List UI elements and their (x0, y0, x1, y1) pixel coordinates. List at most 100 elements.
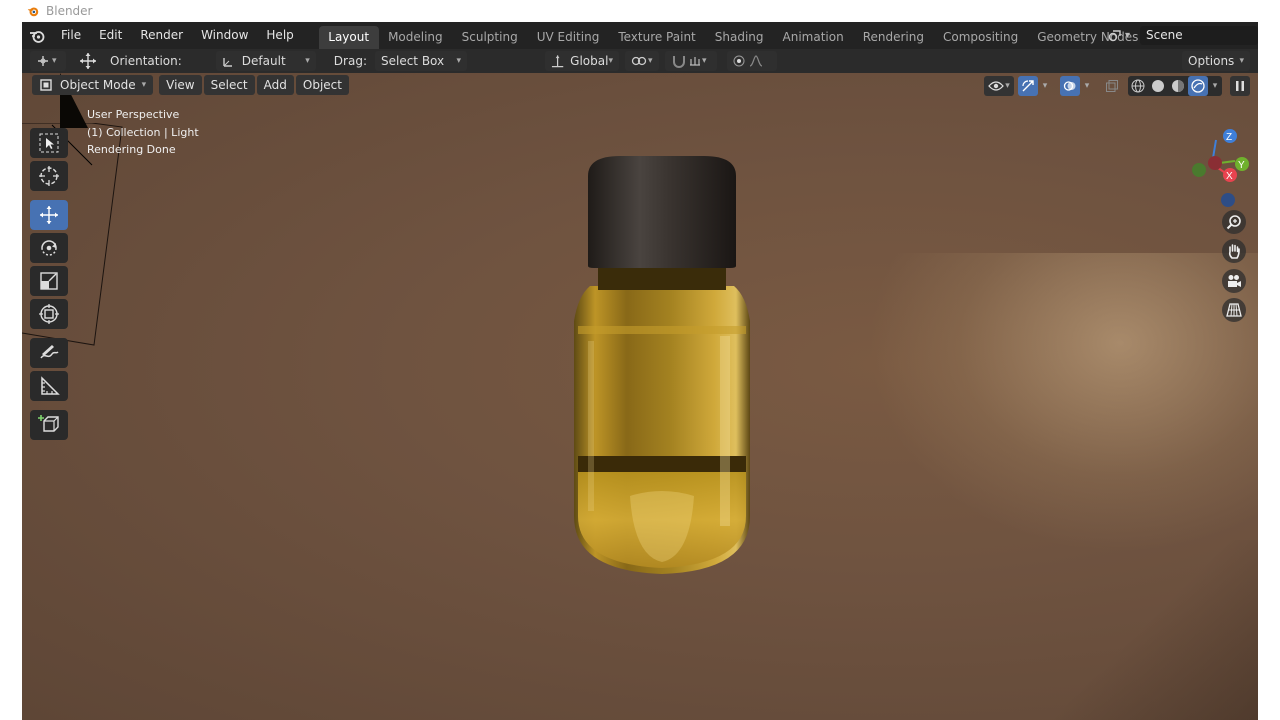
proportional-edit-icon (733, 55, 745, 67)
select-box-tool[interactable] (30, 128, 68, 158)
3d-viewport[interactable]: Object Mode ▾ View Select Add Object ▾ ▾… (22, 73, 1258, 720)
menu-render[interactable]: Render (131, 22, 192, 49)
window-edge-left (0, 0, 22, 720)
chevron-down-icon: ▾ (141, 80, 147, 90)
blender-app: File Edit Render Window Help Layout Mode… (22, 22, 1258, 720)
xray-group (1102, 76, 1122, 96)
tab-layout[interactable]: Layout (318, 26, 379, 49)
menu-edit[interactable]: Edit (90, 22, 131, 49)
tab-sculpting[interactable]: Sculpting (452, 26, 527, 49)
options-dropdown[interactable]: Options ▾ (1182, 51, 1250, 71)
pivot-icon (38, 56, 48, 66)
tab-uv-editing[interactable]: UV Editing (527, 26, 609, 49)
gizmo-group: ▾ (1018, 76, 1052, 96)
gizmo-z-label: Z (1226, 132, 1232, 143)
view-perspective-text: User Perspective (87, 108, 180, 121)
gizmo-options-dropdown[interactable]: ▾ (1038, 76, 1052, 96)
measure-tool[interactable] (30, 371, 68, 401)
render-status-text: Rendering Done (87, 143, 176, 156)
tab-modeling[interactable]: Modeling (379, 26, 453, 49)
show-gizmo-toggle[interactable] (1018, 76, 1038, 96)
wireframe-shading-button[interactable] (1128, 76, 1148, 96)
show-overlays-toggle[interactable] (1060, 76, 1080, 96)
menu-view[interactable]: View (159, 75, 202, 95)
shading-group: ▾ (1128, 76, 1222, 96)
rendered-sphere-icon (1191, 79, 1205, 93)
menu-window[interactable]: Window (192, 22, 257, 49)
tool-settings-bar: ▾ Orientation: Default ▾ Drag: Select Bo… (22, 49, 1258, 73)
sidebar-toggle-group (1230, 76, 1250, 96)
menu-add[interactable]: Add (256, 75, 294, 95)
material-preview-button[interactable] (1168, 76, 1188, 96)
chevron-down-icon: ▾ (52, 56, 57, 66)
orientation-label: Orientation: (110, 54, 182, 68)
transform-orientation-dropdown[interactable]: Global ▾ (544, 51, 619, 71)
overlay-options-dropdown[interactable]: ▾ (1080, 76, 1094, 96)
add-cube-tool[interactable] (30, 410, 68, 440)
camera-icon (1228, 275, 1241, 287)
snapping-dropdown[interactable]: ▾ (664, 51, 717, 71)
rotate-icon (41, 240, 57, 256)
rendered-shading-button[interactable] (1188, 76, 1208, 96)
menu-file[interactable]: File (52, 22, 90, 49)
pivot-point-dropdown[interactable]: ▾ (624, 51, 659, 71)
drag-dropdown[interactable]: Select Box ▾ (374, 51, 467, 71)
scene-icon (1108, 29, 1121, 41)
scale-icon (40, 272, 58, 290)
tab-compositing[interactable]: Compositing (933, 26, 1027, 49)
window-title: Blender (46, 4, 93, 18)
blender-menu-button[interactable] (22, 22, 52, 49)
shading-options-dropdown[interactable]: ▾ (1208, 76, 1222, 96)
proportional-editing[interactable] (726, 51, 777, 71)
cursor-tool[interactable] (30, 161, 68, 191)
grid-icon (1226, 303, 1242, 317)
chevron-down-icon: ▾ (608, 56, 613, 66)
menu-help[interactable]: Help (257, 22, 302, 49)
gizmo-y-label: Y (1238, 160, 1245, 171)
xray-icon (1106, 80, 1118, 92)
transform-tool[interactable] (30, 299, 68, 329)
mode-dropdown[interactable]: Object Mode ▾ (32, 75, 154, 95)
chevron-down-icon: ▾ (456, 56, 461, 66)
transform-pivot-dropdown[interactable]: ▾ (30, 51, 66, 71)
transform-orientation-value: Global (570, 54, 609, 68)
link-icon (631, 56, 647, 66)
zoom-button[interactable] (1222, 210, 1246, 234)
gizmo-negative-z[interactable] (1221, 193, 1235, 207)
chevron-down-icon: ▾ (1124, 30, 1131, 41)
rotate-tool[interactable] (30, 233, 68, 263)
annotate-tool[interactable] (30, 338, 68, 368)
tab-animation[interactable]: Animation (773, 26, 853, 49)
solid-shading-button[interactable] (1148, 76, 1168, 96)
chevron-down-icon: ▾ (1084, 81, 1090, 91)
tab-texture-paint[interactable]: Texture Paint (609, 26, 705, 49)
scale-tool[interactable] (30, 266, 68, 296)
gizmo-negative-x[interactable] (1208, 156, 1222, 170)
overlay-group: ▾ (1060, 76, 1094, 96)
menu-select[interactable]: Select (203, 75, 255, 95)
move-tool[interactable] (30, 200, 68, 230)
selectability-visibility-dropdown[interactable]: ▾ (984, 76, 1014, 96)
move-icon (40, 206, 58, 224)
eye-icon (988, 81, 1005, 91)
navigation-gizmo[interactable]: Z Y X (1182, 128, 1252, 208)
orientation-dropdown[interactable]: Default ▾ (215, 51, 316, 71)
scene-name-field[interactable]: Scene (1140, 26, 1258, 45)
menu-object[interactable]: Object (295, 75, 349, 95)
orientation-icon (223, 58, 232, 67)
pan-button[interactable] (1222, 239, 1246, 263)
scene-browse-button[interactable]: ▾ (1104, 25, 1134, 46)
perspective-toggle-button[interactable] (1222, 298, 1246, 322)
viewport-display-controls: ▾ ▾ ▾ ▾ (980, 75, 1250, 97)
material-sphere-icon (1172, 80, 1184, 92)
window-titlebar: Blender (22, 0, 1258, 22)
xray-toggle[interactable] (1102, 76, 1122, 96)
solid-sphere-icon (1152, 80, 1164, 92)
sidebar-toggle-button[interactable] (1230, 76, 1250, 96)
camera-view-button[interactable] (1222, 269, 1246, 293)
gizmo-x-label: X (1226, 171, 1233, 182)
gizmo-negative-y[interactable] (1192, 163, 1206, 177)
select-box-icon (39, 133, 59, 153)
tab-rendering[interactable]: Rendering (853, 26, 933, 49)
tab-shading[interactable]: Shading (705, 26, 773, 49)
